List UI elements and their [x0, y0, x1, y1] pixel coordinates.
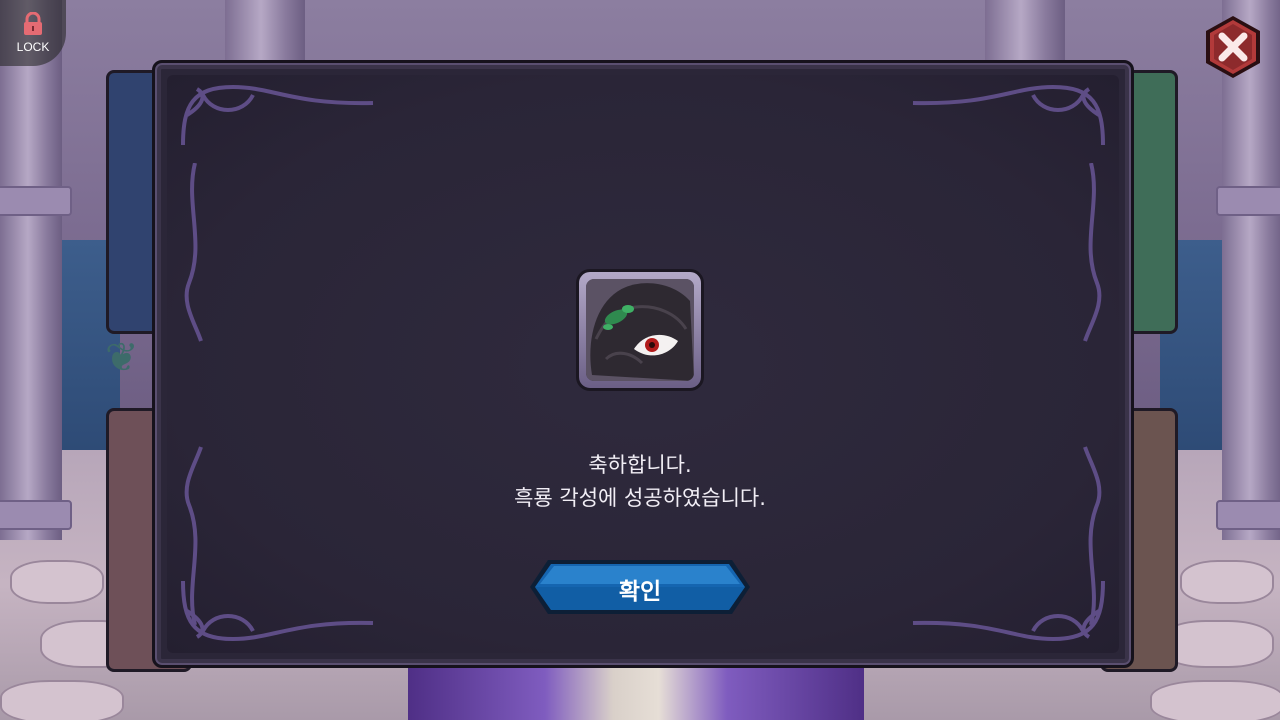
black-dragon-portrait — [586, 279, 694, 381]
corner-ornament — [912, 84, 1105, 146]
corner-ornament — [181, 84, 374, 146]
dragon-portrait-frame — [576, 269, 704, 391]
side-vine-ornament — [184, 163, 203, 342]
awakening-success-text: 흑룡 각성에 성공하였습니다. — [514, 486, 766, 510]
floor-stone — [0, 680, 124, 720]
pillar — [1222, 0, 1280, 540]
floor-stone — [10, 560, 104, 604]
pillar-cap — [0, 186, 72, 216]
lock-icon — [24, 12, 42, 35]
pillar — [225, 0, 305, 60]
pillar-cap — [1216, 500, 1280, 530]
pillar — [0, 0, 62, 540]
floor-stone — [1180, 560, 1274, 604]
pillar-cap — [0, 500, 72, 530]
pillar-cap — [1216, 186, 1280, 216]
lock-label: LOCK — [16, 40, 50, 54]
close-button[interactable] — [1200, 14, 1266, 80]
congratulations-text: 축하합니다. — [588, 453, 692, 477]
confirm-label: 확인 — [618, 579, 662, 605]
confirm-button[interactable]: 확인 — [528, 558, 752, 616]
lock-button[interactable]: LOCK — [0, 0, 66, 66]
floor-stone — [1150, 680, 1280, 720]
black-dragon-portrait-icon — [586, 279, 694, 381]
pillar — [985, 0, 1065, 60]
side-vine-ornament — [1083, 163, 1102, 342]
seaweed-plant: ❦ — [105, 335, 139, 381]
close-icon — [1206, 16, 1260, 78]
